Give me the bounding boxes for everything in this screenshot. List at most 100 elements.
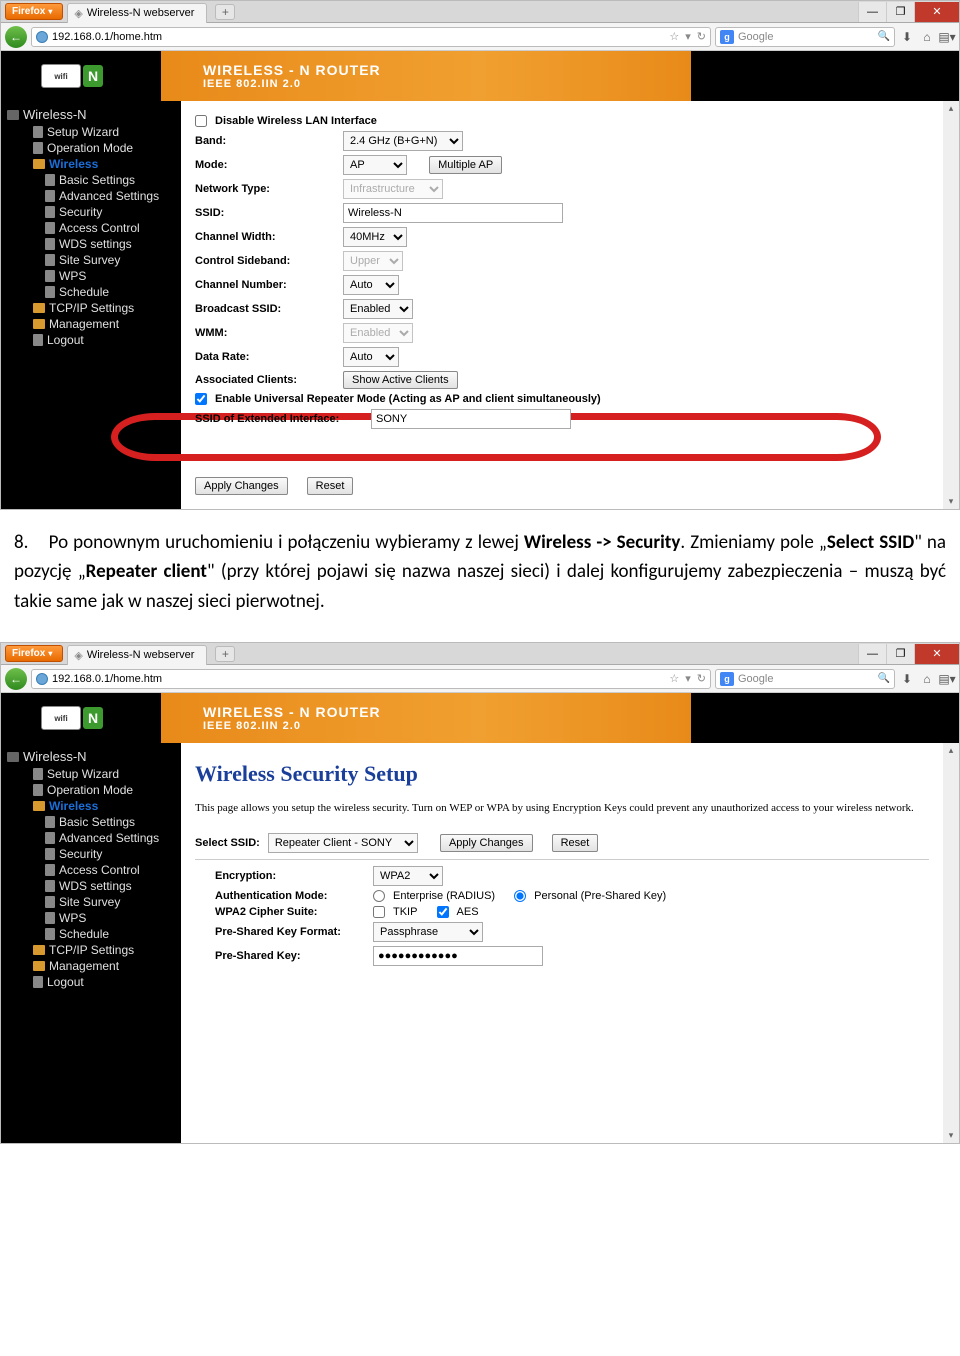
aes-checkbox[interactable] [437, 906, 449, 918]
disable-wlan-checkbox[interactable] [195, 115, 207, 127]
psk-input[interactable] [373, 946, 543, 966]
new-tab-button[interactable]: + [215, 4, 235, 20]
disable-wlan-label: Disable Wireless LAN Interface [215, 115, 377, 127]
page-icon [45, 816, 55, 828]
sidebar-item-opmode[interactable]: Operation Mode [1, 140, 181, 156]
apply-button[interactable]: Apply Changes [195, 477, 288, 495]
scroll-down-icon[interactable]: ▾ [949, 494, 954, 509]
sidebar-item-security[interactable]: Security [1, 204, 181, 220]
show-clients-button[interactable]: Show Active Clients [343, 371, 458, 389]
band-select[interactable]: 2.4 GHz (B+G+N) [343, 131, 463, 151]
sidebar-item-wds[interactable]: WDS settings [1, 236, 181, 252]
sidebar-item-setup[interactable]: Setup Wizard [1, 766, 181, 782]
sidebar-item-basic[interactable]: Basic Settings [1, 814, 181, 830]
download-icon[interactable]: ⬇ [899, 29, 915, 45]
sidebar-item-tcpip[interactable]: TCP/IP Settings [1, 942, 181, 958]
encryption-select[interactable]: WPA2 [373, 866, 443, 886]
dropdown-icon[interactable]: ▾ [685, 672, 691, 685]
sidebar-item-advanced[interactable]: Advanced Settings [1, 188, 181, 204]
sidebar-item-schedule[interactable]: Schedule [1, 284, 181, 300]
firefox-menu-button[interactable]: Firefox▾ [5, 3, 63, 20]
url-bar[interactable]: 192.168.0.1/home.htm ☆ ▾ ↻ [31, 27, 711, 47]
para-a: Po ponownym uruchomieniu i połączeniu wy… [49, 531, 524, 554]
back-button[interactable]: ← [5, 668, 27, 690]
bcast-select[interactable]: Enabled [343, 299, 413, 319]
home-icon[interactable]: ⌂ [919, 29, 935, 45]
dropdown-icon[interactable]: ▾ [685, 30, 691, 43]
globe-icon [36, 31, 48, 43]
minimize-button[interactable]: — [858, 2, 886, 22]
auth-radius-radio[interactable] [373, 890, 385, 902]
scroll-up-icon[interactable]: ▴ [949, 743, 954, 758]
reset-button[interactable]: Reset [307, 477, 354, 495]
select-ssid-dropdown[interactable]: Repeater Client - SONY [268, 833, 418, 853]
mode-select[interactable]: AP [343, 155, 407, 175]
reload-icon[interactable]: ↻ [697, 672, 706, 685]
sidebar-item-schedule[interactable]: Schedule [1, 926, 181, 942]
download-icon[interactable]: ⬇ [899, 671, 915, 687]
back-button[interactable]: ← [5, 26, 27, 48]
bookmarks-icon[interactable]: ▤▾ [939, 671, 955, 687]
chnum-select[interactable]: Auto [343, 275, 399, 295]
chwidth-select[interactable]: 40MHz [343, 227, 407, 247]
scroll-up-icon[interactable]: ▴ [949, 101, 954, 116]
sidebar-item-access[interactable]: Access Control [1, 220, 181, 236]
sidebar-item-wds[interactable]: WDS settings [1, 878, 181, 894]
tkip-checkbox[interactable] [373, 906, 385, 918]
sidebar-item-logout[interactable]: Logout [1, 974, 181, 990]
maximize-button[interactable]: ❐ [886, 2, 914, 22]
urm-checkbox[interactable] [195, 393, 207, 405]
reload-icon[interactable]: ↻ [697, 30, 706, 43]
close-button[interactable]: ✕ [914, 2, 959, 22]
firefox-menu-button[interactable]: Firefox▾ [5, 645, 63, 662]
sidebar-item-wps[interactable]: WPS [1, 910, 181, 926]
multiple-ap-button[interactable]: Multiple AP [429, 156, 502, 174]
url-bar[interactable]: 192.168.0.1/home.htm ☆ ▾ ↻ [31, 669, 711, 689]
sidebar-item-setup[interactable]: Setup Wizard [1, 124, 181, 140]
new-tab-button[interactable]: + [215, 646, 235, 662]
sidebar-root[interactable]: Wireless-N [1, 105, 181, 124]
home-icon[interactable]: ⌂ [919, 671, 935, 687]
search-box[interactable]: g Google 🔍 [715, 669, 895, 689]
minimize-button[interactable]: — [858, 644, 886, 664]
sidebar-item-mgmt[interactable]: Management [1, 958, 181, 974]
scrollbar[interactable]: ▴ ▾ [943, 101, 959, 509]
header-text: WIRELESS - N ROUTER IEEE 802.IIN 2.0 [203, 704, 381, 732]
ssid-input[interactable] [343, 203, 563, 223]
scroll-down-icon[interactable]: ▾ [949, 1128, 954, 1143]
para-b1: Wireless -> Security [524, 531, 680, 554]
sidebar-item-opmode[interactable]: Operation Mode [1, 782, 181, 798]
sidebar-item-tcpip[interactable]: TCP/IP Settings [1, 300, 181, 316]
close-button[interactable]: ✕ [914, 644, 959, 664]
bookmarks-icon[interactable]: ▤▾ [939, 29, 955, 45]
browser-tab[interactable]: ◈ Wireless-N webserver [67, 3, 207, 23]
sidebar-item-wireless[interactable]: Wireless [1, 798, 181, 814]
auth-psk-radio[interactable] [514, 890, 526, 902]
sidebar-item-basic[interactable]: Basic Settings [1, 172, 181, 188]
sidebar-item-access[interactable]: Access Control [1, 862, 181, 878]
browser-tab[interactable]: ◈ Wireless-N webserver [67, 645, 207, 665]
reset-button-2[interactable]: Reset [552, 834, 599, 852]
search-icon[interactable]: 🔍 [878, 31, 890, 42]
rate-select[interactable]: Auto [343, 347, 399, 367]
star-icon[interactable]: ☆ [669, 672, 679, 685]
sidebar-item-survey[interactable]: Site Survey [1, 252, 181, 268]
scrollbar[interactable]: ▴ ▾ [943, 743, 959, 1143]
sidebar-item-wps[interactable]: WPS [1, 268, 181, 284]
sidebar-item-wireless[interactable]: Wireless [1, 156, 181, 172]
sidebar-item-advanced[interactable]: Advanced Settings [1, 830, 181, 846]
sideband-label: Control Sideband: [195, 255, 335, 267]
search-icon[interactable]: 🔍 [878, 673, 890, 684]
sidebar-item-mgmt[interactable]: Management [1, 316, 181, 332]
maximize-button[interactable]: ❐ [886, 644, 914, 664]
sidebar-item-logout[interactable]: Logout [1, 332, 181, 348]
ext-ssid-input[interactable] [371, 409, 571, 429]
star-icon[interactable]: ☆ [669, 30, 679, 43]
sidebar-item-survey[interactable]: Site Survey [1, 894, 181, 910]
sidebar-item-security[interactable]: Security [1, 846, 181, 862]
folder-icon [33, 303, 45, 313]
pskfmt-select[interactable]: Passphrase [373, 922, 483, 942]
sidebar-root[interactable]: Wireless-N [1, 747, 181, 766]
search-box[interactable]: g Google 🔍 [715, 27, 895, 47]
apply-button-2[interactable]: Apply Changes [440, 834, 533, 852]
